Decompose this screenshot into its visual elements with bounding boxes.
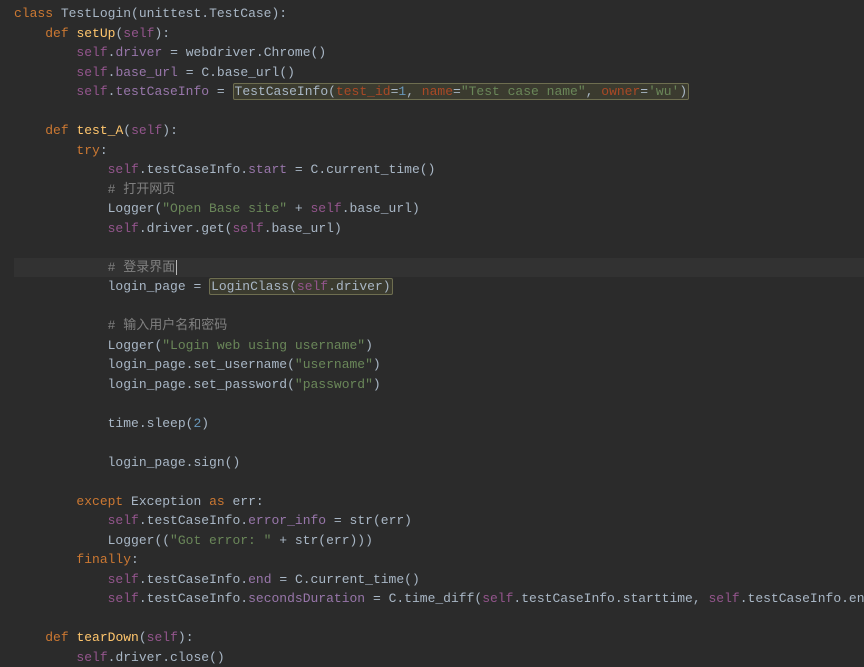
code-line: self.testCaseInfo.start = C.current_time…: [14, 160, 864, 180]
class-name: TestLogin: [61, 6, 131, 21]
blank-line: [14, 472, 864, 492]
comment: # 打开网页: [108, 182, 176, 197]
code-line: finally:: [14, 550, 864, 570]
code-line: self.driver.get(self.base_url): [14, 219, 864, 239]
code-line: self.base_url = C.base_url(): [14, 63, 864, 83]
code-line: # 输入用户名和密码: [14, 316, 864, 336]
blank-line: [14, 102, 864, 122]
code-line: class TestLogin(unittest.TestCase):: [14, 4, 864, 24]
blank-line: [14, 297, 864, 317]
code-line: self.driver = webdriver.Chrome(): [14, 43, 864, 63]
self-param: self: [123, 26, 154, 41]
code-line: self.testCaseInfo.end = C.current_time(): [14, 570, 864, 590]
blank-line: [14, 394, 864, 414]
code-line: def tearDown(self):: [14, 628, 864, 648]
code-line: self.driver.close(): [14, 648, 864, 667]
code-line: Logger("Login web using username"): [14, 336, 864, 356]
code-line: try:: [14, 141, 864, 161]
comment: # 登录界面: [108, 260, 176, 275]
code-line: self.testCaseInfo = TestCaseInfo(test_id…: [14, 82, 864, 102]
code-line: login_page.set_password("password"): [14, 375, 864, 395]
code-line: # 打开网页: [14, 180, 864, 200]
method-name: setUp: [76, 26, 115, 41]
text-cursor: [176, 260, 177, 275]
code-line: login_page.sign(): [14, 453, 864, 473]
code-editor[interactable]: class TestLogin(unittest.TestCase): def …: [14, 4, 864, 667]
base-class: unittest.TestCase: [139, 6, 272, 21]
code-line: self.testCaseInfo.secondsDuration = C.ti…: [14, 589, 864, 609]
code-line: def test_A(self):: [14, 121, 864, 141]
code-line: self.testCaseInfo.error_info = str(err): [14, 511, 864, 531]
code-line-active: # 登录界面: [14, 258, 864, 278]
code-line: Logger("Open Base site" + self.base_url): [14, 199, 864, 219]
highlighted-call: LoginClass(self.driver): [209, 278, 392, 295]
highlighted-call: TestCaseInfo(test_id=1, name="Test case …: [233, 83, 690, 100]
comment: # 输入用户名和密码: [108, 318, 228, 333]
blank-line: [14, 433, 864, 453]
blank-line: [14, 238, 864, 258]
code-line: login_page = LoginClass(self.driver): [14, 277, 864, 297]
keyword-def: def: [45, 26, 68, 41]
code-line: login_page.set_username("username"): [14, 355, 864, 375]
code-line: time.sleep(2): [14, 414, 864, 434]
code-line: except Exception as err:: [14, 492, 864, 512]
keyword-class: class: [14, 6, 53, 21]
code-line: Logger(("Got error: " + str(err))): [14, 531, 864, 551]
code-line: def setUp(self):: [14, 24, 864, 44]
blank-line: [14, 609, 864, 629]
